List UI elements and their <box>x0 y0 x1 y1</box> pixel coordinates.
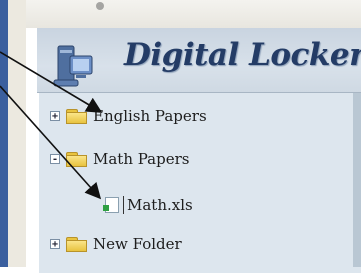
collapse-icon[interactable]: - <box>50 154 60 165</box>
text-cursor-bar <box>123 196 124 214</box>
tree-item-label: Math Papers <box>93 150 190 168</box>
folder-icon <box>66 108 88 124</box>
folder-icon <box>66 151 88 167</box>
spreadsheet-file-icon <box>103 197 119 213</box>
tree-item-new-folder[interactable]: + New Folder <box>50 232 182 256</box>
window-control-dot[interactable] <box>96 2 104 10</box>
tree-item-english-papers[interactable]: + English Papers <box>50 104 207 128</box>
tree-item-math-xls[interactable]: Math.xls <box>103 193 193 217</box>
window-top-bar <box>0 0 361 28</box>
folder-icon <box>66 236 88 252</box>
expand-icon[interactable]: + <box>50 239 60 250</box>
tree-item-label: New Folder <box>93 235 182 253</box>
page-title: Digital Locker <box>124 37 361 73</box>
window-left-border <box>0 0 26 267</box>
computer-with-tower-icon <box>53 45 93 87</box>
tree-item-math-papers[interactable]: - Math Papers <box>50 147 189 171</box>
expand-icon[interactable]: + <box>50 111 60 122</box>
tree-item-label: Math.xls <box>127 196 193 214</box>
tree-item-label: English Papers <box>93 107 207 125</box>
